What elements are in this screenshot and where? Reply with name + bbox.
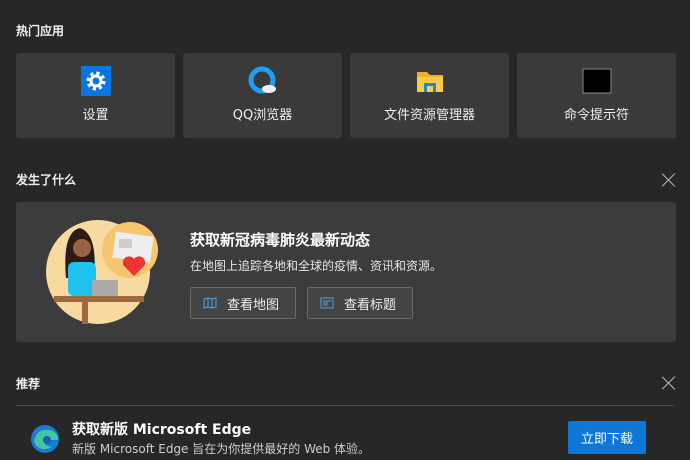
covid-illustration [46,220,158,324]
settings-icon [81,66,111,96]
file-explorer-icon [417,72,443,92]
promo-description: 新版 Microsoft Edge 旨在为你提供最好的 Web 体验。 [72,442,371,456]
covid-news-card: 获取新冠病毒肺炎最新动态 在地图上追踪各地和全球的疫情、资讯和资源。 查看地图 … [16,202,676,342]
close-recommended-button[interactable] [662,376,676,390]
download-now-button[interactable]: 立即下载 [568,421,646,454]
app-label: 设置 [82,108,109,123]
app-tile-command-prompt[interactable]: 命令提示符 [517,53,676,138]
app-tile-file-explorer[interactable]: 文件资源管理器 [350,53,509,138]
view-headlines-button[interactable]: 查看标题 [307,287,413,319]
news-description: 在地图上追踪各地和全球的疫情、资讯和资源。 [190,259,443,273]
news-icon [320,297,334,309]
map-icon [203,297,217,309]
edge-icon [31,425,59,453]
news-title: 获取新冠病毒肺炎最新动态 [190,231,371,249]
section-recommended: 推荐 [16,377,41,391]
view-headlines-label: 查看标题 [344,297,397,313]
section-popular-apps: 热门应用 [16,24,65,38]
view-map-label: 查看地图 [227,297,280,313]
close-whats-new-button[interactable] [662,173,676,187]
view-map-button[interactable]: 查看地图 [190,287,296,319]
qq-browser-icon [248,66,276,94]
command-prompt-icon [582,68,612,94]
app-tile-settings[interactable]: 设置 [16,53,175,138]
app-tile-qq-browser[interactable]: QQ浏览器 [183,53,342,138]
promo-title: 获取新版 Microsoft Edge [72,422,252,438]
app-label: 文件资源管理器 [383,108,475,123]
app-label: 命令提示符 [563,108,629,123]
app-label: QQ浏览器 [232,108,293,123]
divider [16,405,674,406]
section-whats-new: 发生了什么 [16,173,77,187]
